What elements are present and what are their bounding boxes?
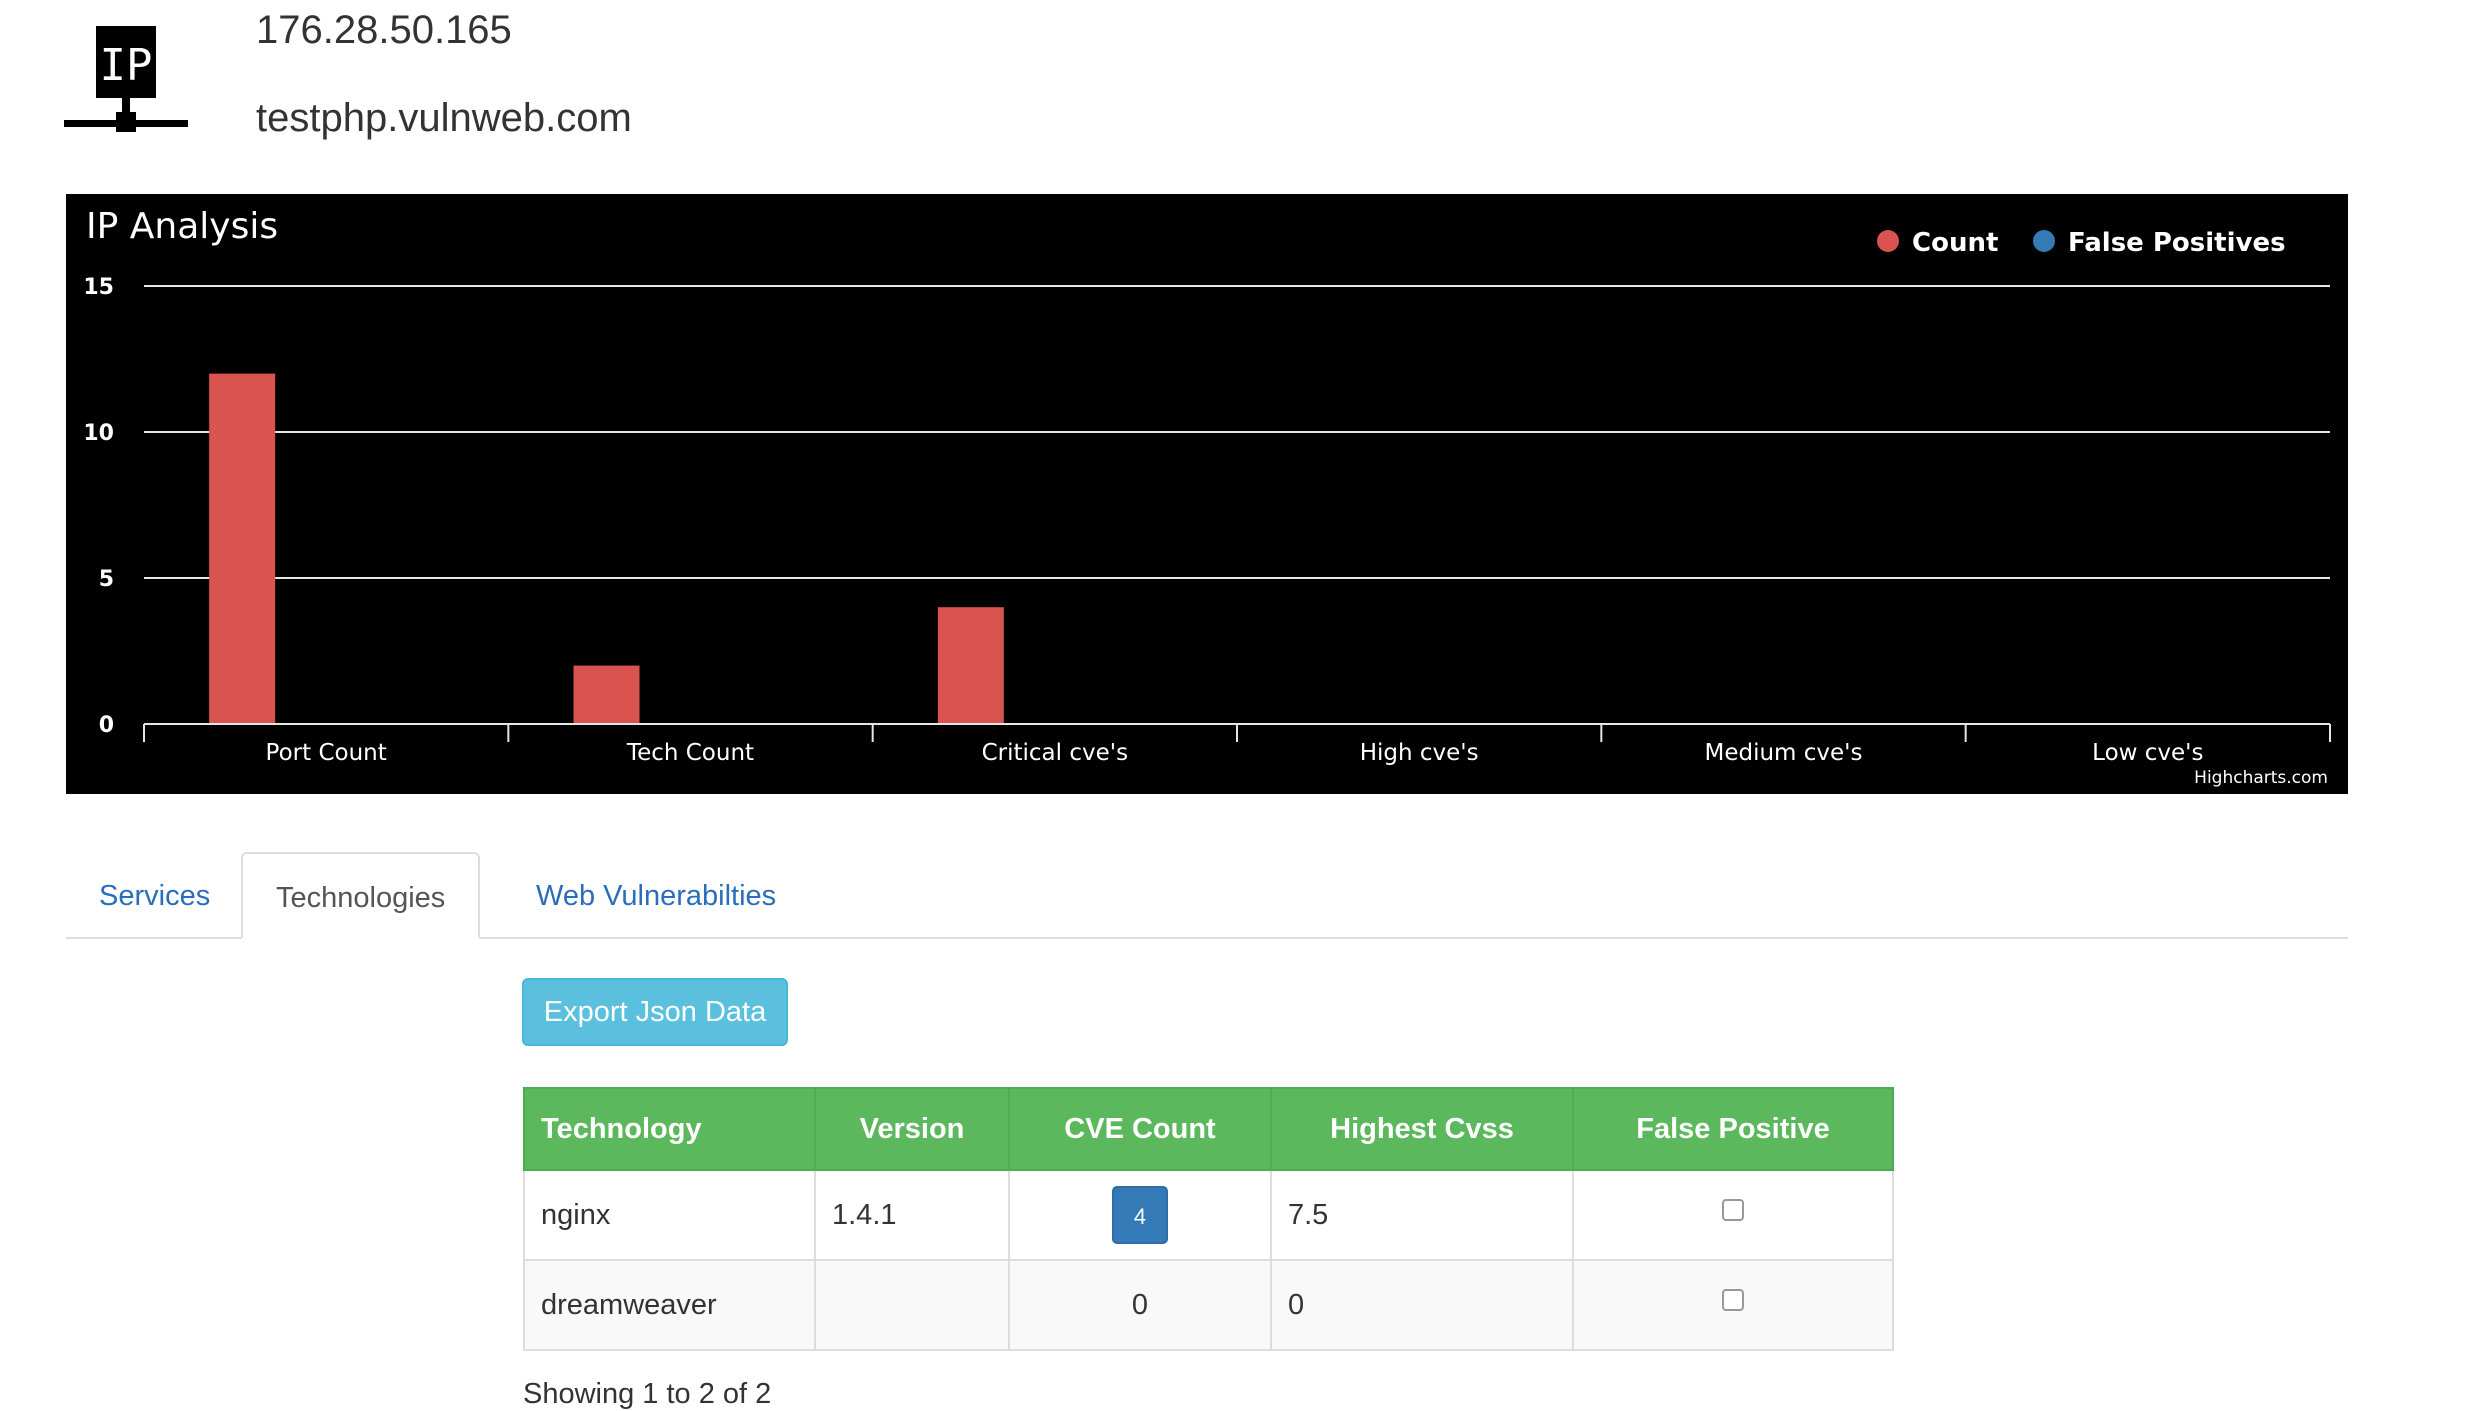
cell-highest-cvss: 0	[1270, 1259, 1574, 1351]
x-tick-label: Medium cve's	[1705, 740, 1863, 766]
false-positive-checkbox[interactable]	[1722, 1288, 1744, 1311]
bar-count[interactable]	[937, 607, 1004, 724]
col-false-positive[interactable]: False Positive	[1572, 1087, 1894, 1171]
cve-count-badge[interactable]: 4	[1112, 1186, 1168, 1244]
cell-cve-count: 4	[1008, 1169, 1272, 1261]
chart-title: IP Analysis	[86, 206, 278, 247]
chart-legend[interactable]: Count False Positives	[1877, 228, 2286, 258]
legend-count-marker	[1877, 230, 1899, 252]
tab-bar: Services Technologies Web Vulnerabilties	[66, 852, 2348, 939]
chart-credit[interactable]: Highcharts.com	[2194, 768, 2328, 788]
bar-count[interactable]	[573, 665, 640, 724]
cell-version	[814, 1259, 1010, 1351]
y-tick-label: 10	[83, 421, 114, 446]
x-tick-label: Low cve's	[2092, 740, 2203, 766]
cell-highest-cvss: 7.5	[1270, 1169, 1574, 1261]
col-highest-cvss[interactable]: Highest Cvss	[1270, 1087, 1574, 1171]
y-tick-label: 0	[99, 713, 114, 738]
legend-false-positives-marker	[2033, 230, 2055, 252]
col-cve-count[interactable]: CVE Count	[1008, 1087, 1272, 1171]
x-tick-label: Port Count	[266, 740, 387, 766]
ip-address: 176.28.50.165	[256, 8, 512, 52]
table-row: nginx 1.4.1 4 7.5	[523, 1169, 1894, 1261]
ip-network-icon: IP	[64, 26, 188, 136]
hostname: testphp.vulnweb.com	[256, 96, 632, 140]
cell-cve-count: 0	[1008, 1259, 1272, 1351]
x-tick-label: Critical cve's	[982, 740, 1128, 766]
false-positive-checkbox[interactable]	[1722, 1198, 1744, 1221]
col-version[interactable]: Version	[814, 1087, 1010, 1171]
cell-technology: nginx	[523, 1169, 816, 1261]
bar-count[interactable]	[209, 373, 276, 724]
table-row: dreamweaver 0 0	[523, 1259, 1894, 1351]
cell-version: 1.4.1	[814, 1169, 1010, 1261]
svg-text:IP: IP	[100, 40, 153, 91]
cell-false-positive	[1572, 1259, 1894, 1351]
x-tick-label: High cve's	[1360, 740, 1479, 766]
ip-analysis-chart: IP Analysis Count False Positives 0 5 10 15…	[66, 194, 2348, 794]
tab-technologies[interactable]: Technologies	[241, 852, 481, 939]
y-tick-label: 15	[83, 275, 114, 300]
x-tick-label: Tech Count	[626, 740, 754, 766]
table-info: Showing 1 to 2 of 2	[523, 1378, 772, 1410]
technologies-table: Technology Version CVE Count Highest Cvs…	[523, 1087, 1894, 1351]
tab-web-vulnerabilities[interactable]: Web Vulnerabilties	[503, 852, 809, 935]
col-technology[interactable]: Technology	[523, 1087, 816, 1171]
export-json-button[interactable]: Export Json Data	[522, 978, 788, 1046]
tab-services[interactable]: Services	[66, 852, 243, 935]
y-tick-label: 5	[99, 567, 114, 592]
cell-technology: dreamweaver	[523, 1259, 816, 1351]
legend-false-positives[interactable]: False Positives	[2068, 228, 2286, 258]
legend-count[interactable]: Count	[1912, 228, 1998, 258]
table-header-row: Technology Version CVE Count Highest Cvs…	[523, 1087, 1894, 1171]
cell-false-positive	[1572, 1169, 1894, 1261]
